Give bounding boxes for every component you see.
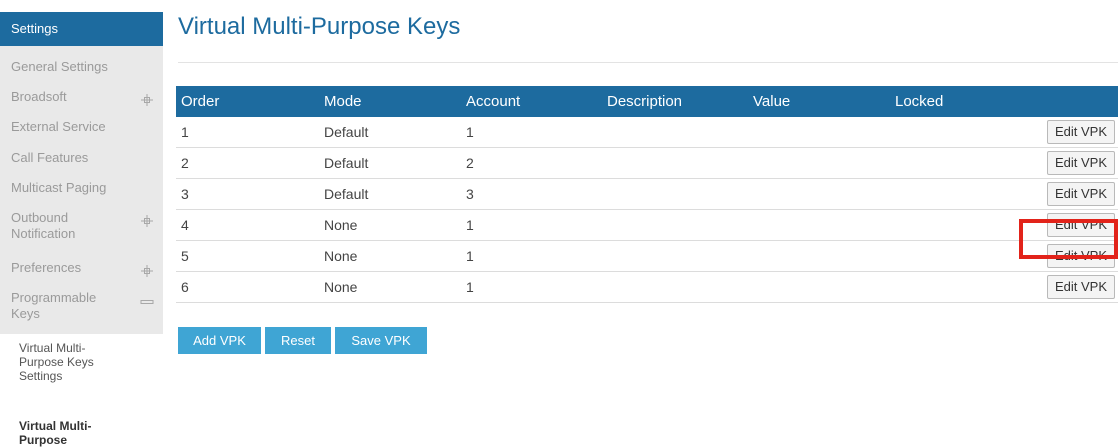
- sidebar-item-general-settings[interactable]: General Settings: [0, 59, 163, 75]
- cell-mode: None: [324, 217, 358, 233]
- cell-mode: Default: [324, 124, 369, 140]
- cell-account: 1: [466, 279, 474, 295]
- cell-order: 2: [181, 155, 189, 171]
- sidebar-subitem-vpk[interactable]: Virtual Multi-Purpose Keys: [0, 419, 163, 447]
- vpk-table: Order Mode Account Description Value Loc…: [176, 86, 1118, 303]
- cell-account: 3: [466, 186, 474, 202]
- minus-icon[interactable]: [140, 300, 154, 304]
- sidebar-item-outbound-notification[interactable]: Outbound Notification: [0, 210, 163, 242]
- sidebar-item-preferences[interactable]: Preferences: [0, 260, 163, 278]
- edit-vpk-button[interactable]: Edit VPK: [1046, 182, 1115, 206]
- highlight-annotation: [1019, 219, 1118, 259]
- sidebar-item-call-features[interactable]: Call Features: [0, 150, 163, 166]
- cell-order: 3: [181, 186, 189, 202]
- cell-account: 1: [466, 124, 474, 140]
- cell-mode: None: [324, 248, 358, 264]
- table-header: Order Mode Account Description Value Loc…: [176, 86, 1118, 117]
- column-header-value: Value: [753, 93, 791, 110]
- sidebar-item-label: Call Features: [11, 150, 89, 165]
- sidebar-item-label: Multicast Paging: [11, 180, 107, 195]
- cell-mode: None: [324, 279, 358, 295]
- column-header-description: Description: [607, 93, 683, 110]
- sidebar-item-programmable-keys[interactable]: Programmable Keys: [0, 290, 163, 322]
- page-title: Virtual Multi-Purpose Keys: [178, 13, 461, 40]
- edit-vpk-button[interactable]: Edit VPK: [1046, 275, 1115, 299]
- cell-order: 4: [181, 217, 189, 233]
- column-header-mode: Mode: [324, 93, 362, 110]
- table-row: 2 Default 2 Edit VPK: [176, 148, 1118, 179]
- table-row: 6 None 1 Edit VPK: [176, 272, 1118, 303]
- title-divider: [178, 62, 1118, 63]
- edit-vpk-button[interactable]: Edit VPK: [1046, 151, 1115, 175]
- plus-icon[interactable]: [140, 264, 154, 278]
- table-row: 4 None 1 Edit VPK: [176, 210, 1118, 241]
- plus-icon[interactable]: [140, 214, 154, 228]
- sidebar-subitem-vpk-settings[interactable]: Virtual Multi-Purpose Keys Settings: [0, 341, 163, 383]
- cell-order: 5: [181, 248, 189, 264]
- cell-account: 1: [466, 248, 474, 264]
- cell-order: 6: [181, 279, 189, 295]
- cell-account: 2: [466, 155, 474, 171]
- table-row: 3 Default 3 Edit VPK: [176, 179, 1118, 210]
- sidebar-item-broadsoft[interactable]: Broadsoft: [0, 89, 163, 107]
- sidebar-header[interactable]: Settings: [0, 12, 163, 46]
- plus-icon[interactable]: [140, 93, 154, 107]
- cell-order: 1: [181, 124, 189, 140]
- sidebar-item-label: Programmable Keys: [11, 290, 97, 321]
- edit-vpk-button[interactable]: Edit VPK: [1046, 120, 1115, 144]
- cell-account: 1: [466, 217, 474, 233]
- sidebar-subitem-label: Virtual Multi-Purpose Keys: [19, 419, 92, 447]
- table-row: 5 None 1 Edit VPK: [176, 241, 1118, 272]
- sidebar: Settings General Settings Broadsoft Exte…: [0, 0, 163, 447]
- cell-mode: Default: [324, 155, 369, 171]
- sidebar-item-label: General Settings: [11, 59, 108, 74]
- table-row: 1 Default 1 Edit VPK: [176, 117, 1118, 148]
- sidebar-item-multicast-paging[interactable]: Multicast Paging: [0, 180, 163, 196]
- sidebar-item-label: Outbound Notification: [11, 210, 76, 241]
- column-header-order: Order: [181, 93, 220, 110]
- save-vpk-button[interactable]: Save VPK: [335, 327, 427, 354]
- sidebar-item-external-service[interactable]: External Service: [0, 119, 163, 135]
- sidebar-item-label: External Service: [11, 119, 106, 134]
- add-vpk-button[interactable]: Add VPK: [178, 327, 261, 354]
- sidebar-menu: General Settings Broadsoft External Serv…: [0, 46, 163, 334]
- sidebar-subitem-label: Virtual Multi-Purpose Keys Settings: [19, 341, 94, 383]
- column-header-account: Account: [466, 93, 521, 110]
- reset-button[interactable]: Reset: [265, 327, 331, 354]
- sidebar-item-label: Preferences: [11, 260, 82, 275]
- column-header-locked: Locked: [895, 93, 944, 110]
- sidebar-item-label: Broadsoft: [11, 89, 67, 104]
- cell-mode: Default: [324, 186, 369, 202]
